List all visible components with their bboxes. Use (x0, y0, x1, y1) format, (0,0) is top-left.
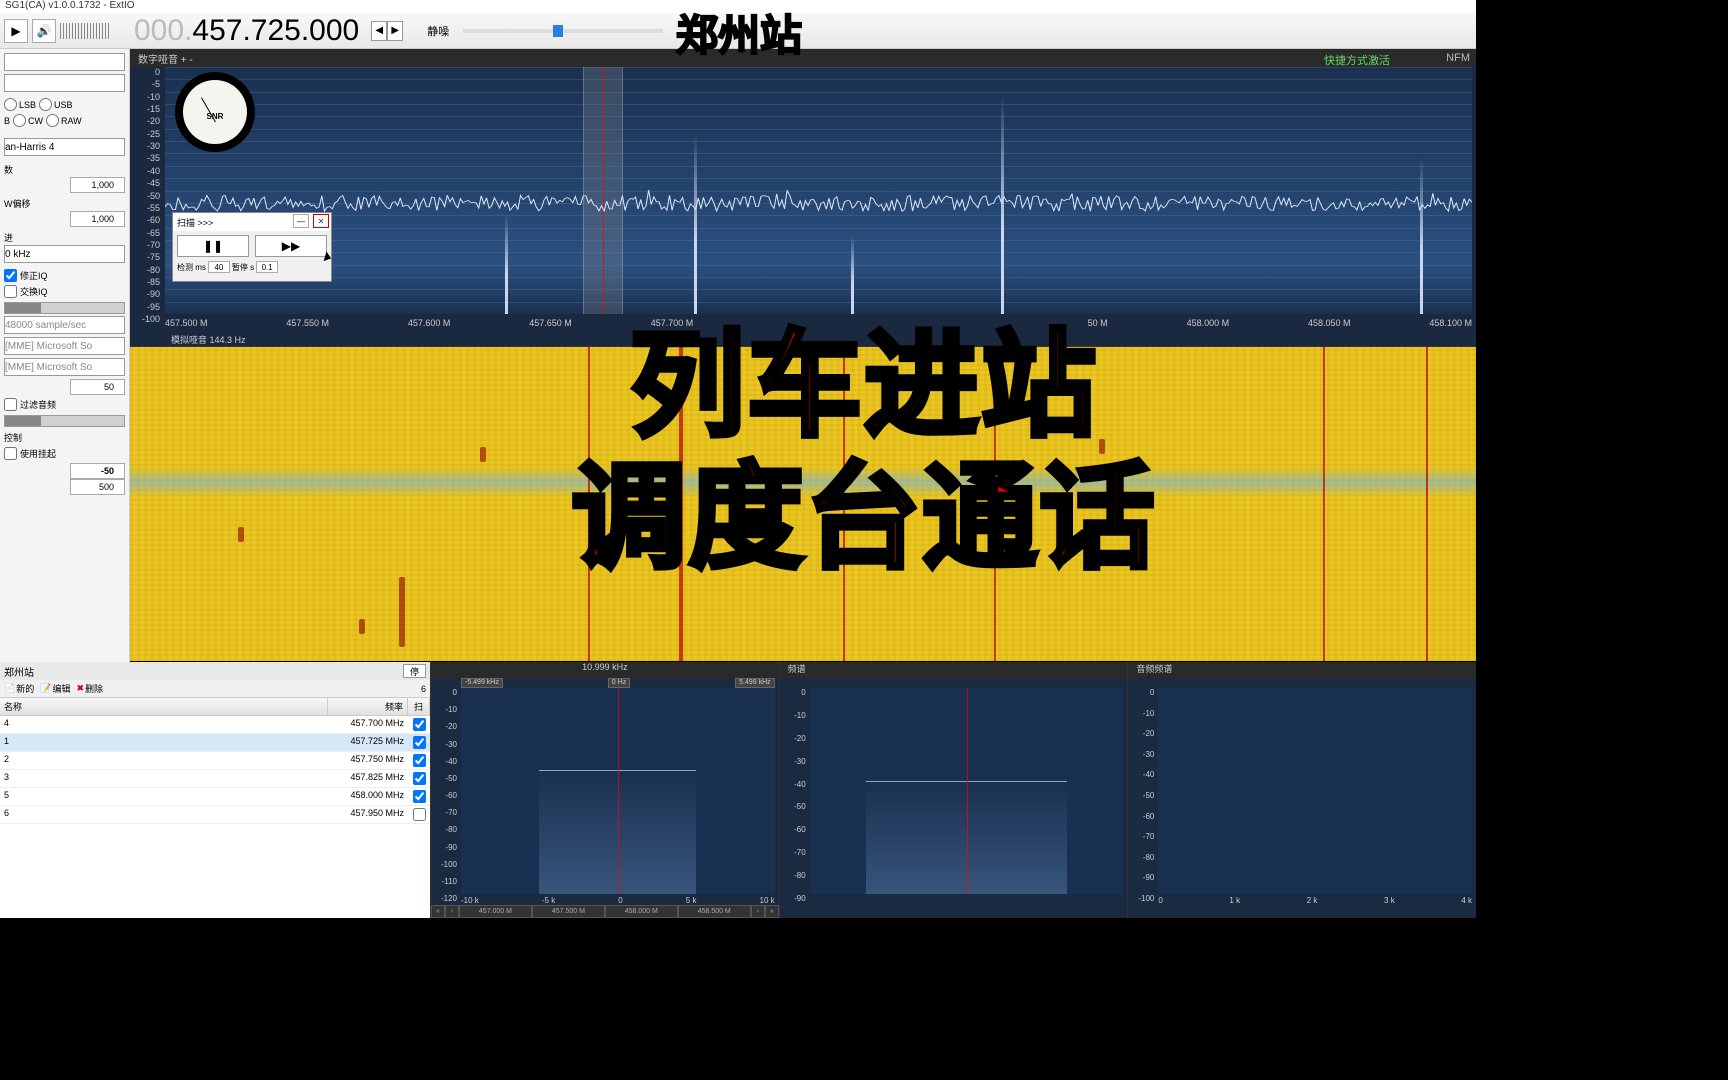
freq-prefix: 000. (134, 14, 192, 48)
squelch-slider[interactable] (463, 29, 663, 33)
waterfall-pane[interactable] (130, 347, 1476, 661)
label-control: 控制 (4, 431, 125, 444)
digital-squelch-label: 数字哑音 + - (138, 51, 193, 66)
source-combo[interactable] (4, 53, 125, 71)
analog-squelch-label: 模拟哑音 144.3 Hz (165, 333, 252, 346)
filter-markers: -5.499 kHz 0 Hz 5.499 kHz (461, 678, 775, 688)
forward-scan-button[interactable]: ▶▶ (255, 235, 327, 257)
signal-peak (694, 134, 697, 314)
audio-spectrum-panel[interactable]: 音频频谱 0-10-20-30-40-50-60-70-80-90-100 01… (1127, 662, 1476, 918)
toolbar: ▶ 🔊 000. 457.725.000 ◀ ▶ 静噪 (0, 13, 1476, 49)
audio-in-combo[interactable] (4, 337, 125, 355)
spectrum-pane[interactable]: 数字哑音 + - 快捷方式激活 NFM 0-5-10-15-20-25-30-3… (130, 49, 1476, 347)
play-button[interactable]: ▶ (4, 19, 28, 43)
signal-peak (1001, 97, 1004, 314)
bottom-panels: 郑州站 停 📄新的 📝编辑 ✖删除 6 名称 频率 扫 4457.700 MHz… (0, 662, 1476, 918)
audio-plot[interactable] (1158, 688, 1472, 894)
speaker-button[interactable]: 🔊 (32, 19, 56, 43)
label-numbers: 数 (4, 163, 125, 176)
panel2-title: 频谱 (780, 662, 814, 678)
samplerate-combo[interactable] (4, 316, 125, 334)
check-swapiq[interactable]: 交换IQ (4, 285, 125, 298)
spectrum-db-scale: 0-5-10-15-20-25-30-35-40-45-50-55-60-65-… (132, 67, 162, 314)
right-blank-area (1476, 0, 1728, 1080)
agc-decay-input[interactable] (70, 479, 125, 495)
freqlist-count: 6 (421, 684, 426, 694)
stop-button[interactable]: 停 (403, 664, 426, 678)
mode-raw[interactable]: RAW (46, 114, 82, 127)
table-row[interactable]: 4457.700 MHz (0, 716, 430, 734)
spectrum-header: 数字哑音 + - 快捷方式激活 NFM (130, 49, 1476, 67)
panel3-title: 音频频谱 (1128, 662, 1180, 678)
new-button[interactable]: 📄新的 (4, 682, 34, 695)
spectrum-freq-scale: 457.500 M457.550 M457.600 M457.650 M457.… (165, 318, 1472, 332)
table-row[interactable]: 1457.725 MHz (0, 734, 430, 752)
table-row[interactable]: 6457.950 MHz (0, 806, 430, 824)
squelch-label: 静噪 (427, 23, 449, 39)
delete-button[interactable]: ✖删除 (76, 682, 103, 695)
edit-button[interactable]: 📝编辑 (40, 682, 70, 695)
freq-up-button[interactable]: ▶ (387, 21, 403, 41)
device-combo[interactable] (4, 74, 125, 92)
mode-indicator: NFM (1446, 52, 1470, 64)
table-row[interactable]: 3457.825 MHz (0, 770, 430, 788)
col-name-header[interactable]: 名称 (0, 698, 328, 715)
label-step: 进 (4, 231, 125, 244)
bw-label: 10.999 kHz (574, 662, 636, 678)
app-window: SG1(CA) v1.0.0.1732 - ExtIO ▶ 🔊 000. 457… (0, 0, 1476, 918)
signal-peak (505, 215, 508, 314)
freqlist-title: 郑州站 (4, 664, 34, 679)
fft-window-combo[interactable] (4, 138, 125, 156)
check-filter-audio[interactable]: 过滤音频 (4, 398, 125, 411)
mode-b[interactable]: B (4, 116, 10, 126)
sb-scroll[interactable] (4, 302, 125, 314)
activation-label: 快捷方式激活 (1324, 52, 1390, 68)
mode-cw[interactable]: CW (13, 114, 43, 127)
audio-vol-input[interactable] (70, 379, 125, 395)
frequency-table: 名称 频率 扫 4457.700 MHz1457.725 MHz2457.750… (0, 698, 430, 918)
spectrum-plot[interactable]: SNR (165, 67, 1472, 314)
freq-nudge: ◀ ▶ (371, 21, 403, 41)
check-hang[interactable]: 使用挂起 (4, 447, 125, 460)
mode-row2: B CW RAW (4, 114, 125, 127)
pause-scan-button[interactable]: ❚❚ (177, 235, 249, 257)
signal-peak (1420, 158, 1423, 314)
snr-meter: SNR (175, 72, 255, 152)
nav-scrollbar[interactable]: «‹ 457.000 M 457.500 M 458.000 M 458.500… (431, 905, 779, 918)
pause-s-input[interactable] (256, 261, 278, 273)
col-freq-header[interactable]: 频率 (328, 698, 408, 715)
if-spectrum-panel[interactable]: 10.999 kHz -5.499 kHz 0 Hz 5.499 kHz 0-1… (430, 662, 779, 918)
table-row[interactable]: 2457.750 MHz (0, 752, 430, 770)
if-plot[interactable] (461, 688, 775, 894)
signal-peak (851, 235, 854, 314)
frequency-display[interactable]: 000. 457.725.000 (134, 14, 359, 48)
demod-plot[interactable] (810, 688, 1124, 894)
label-offset: W偏移 (4, 197, 125, 210)
demod-spectrum-panel[interactable]: 频谱 0-10-20-30-40-50-60-70-80-90 (779, 662, 1128, 918)
sb-scroll2[interactable] (4, 415, 125, 427)
audio-out-combo[interactable] (4, 358, 125, 376)
minimize-button[interactable]: — (293, 214, 309, 228)
fft-size-input[interactable] (70, 177, 125, 193)
mode-row1: LSB USB (4, 98, 125, 111)
close-button[interactable]: ✕ (313, 214, 329, 228)
check-fixiq[interactable]: 修正IQ (4, 269, 125, 282)
scan-window: 扫描 >>> — ✕ ❚❚ ▶▶ 检测 ms 暂停 s (172, 212, 332, 282)
titlebar: SG1(CA) v1.0.0.1732 - ExtIO (0, 0, 1476, 13)
col-scan-header[interactable]: 扫 (408, 698, 430, 715)
frequency-list-panel: 郑州站 停 📄新的 📝编辑 ✖删除 6 名称 频率 扫 4457.700 MHz… (0, 662, 430, 918)
mode-usb[interactable]: USB (39, 98, 73, 111)
freq-down-button[interactable]: ◀ (371, 21, 387, 41)
detect-ms-input[interactable] (208, 261, 230, 273)
scan-title[interactable]: 扫描 >>> — ✕ (173, 213, 331, 231)
freq-main: 457.725.000 (192, 14, 359, 48)
agc-thresh-input[interactable] (70, 463, 125, 479)
volume-slider[interactable] (60, 23, 110, 39)
step-combo[interactable] (4, 245, 125, 263)
cursor-icon (321, 251, 331, 261)
offset-input[interactable] (70, 211, 125, 227)
spectrum-trace (165, 67, 1472, 314)
mode-lsb[interactable]: LSB (4, 98, 36, 111)
table-row[interactable]: 5458.000 MHz (0, 788, 430, 806)
